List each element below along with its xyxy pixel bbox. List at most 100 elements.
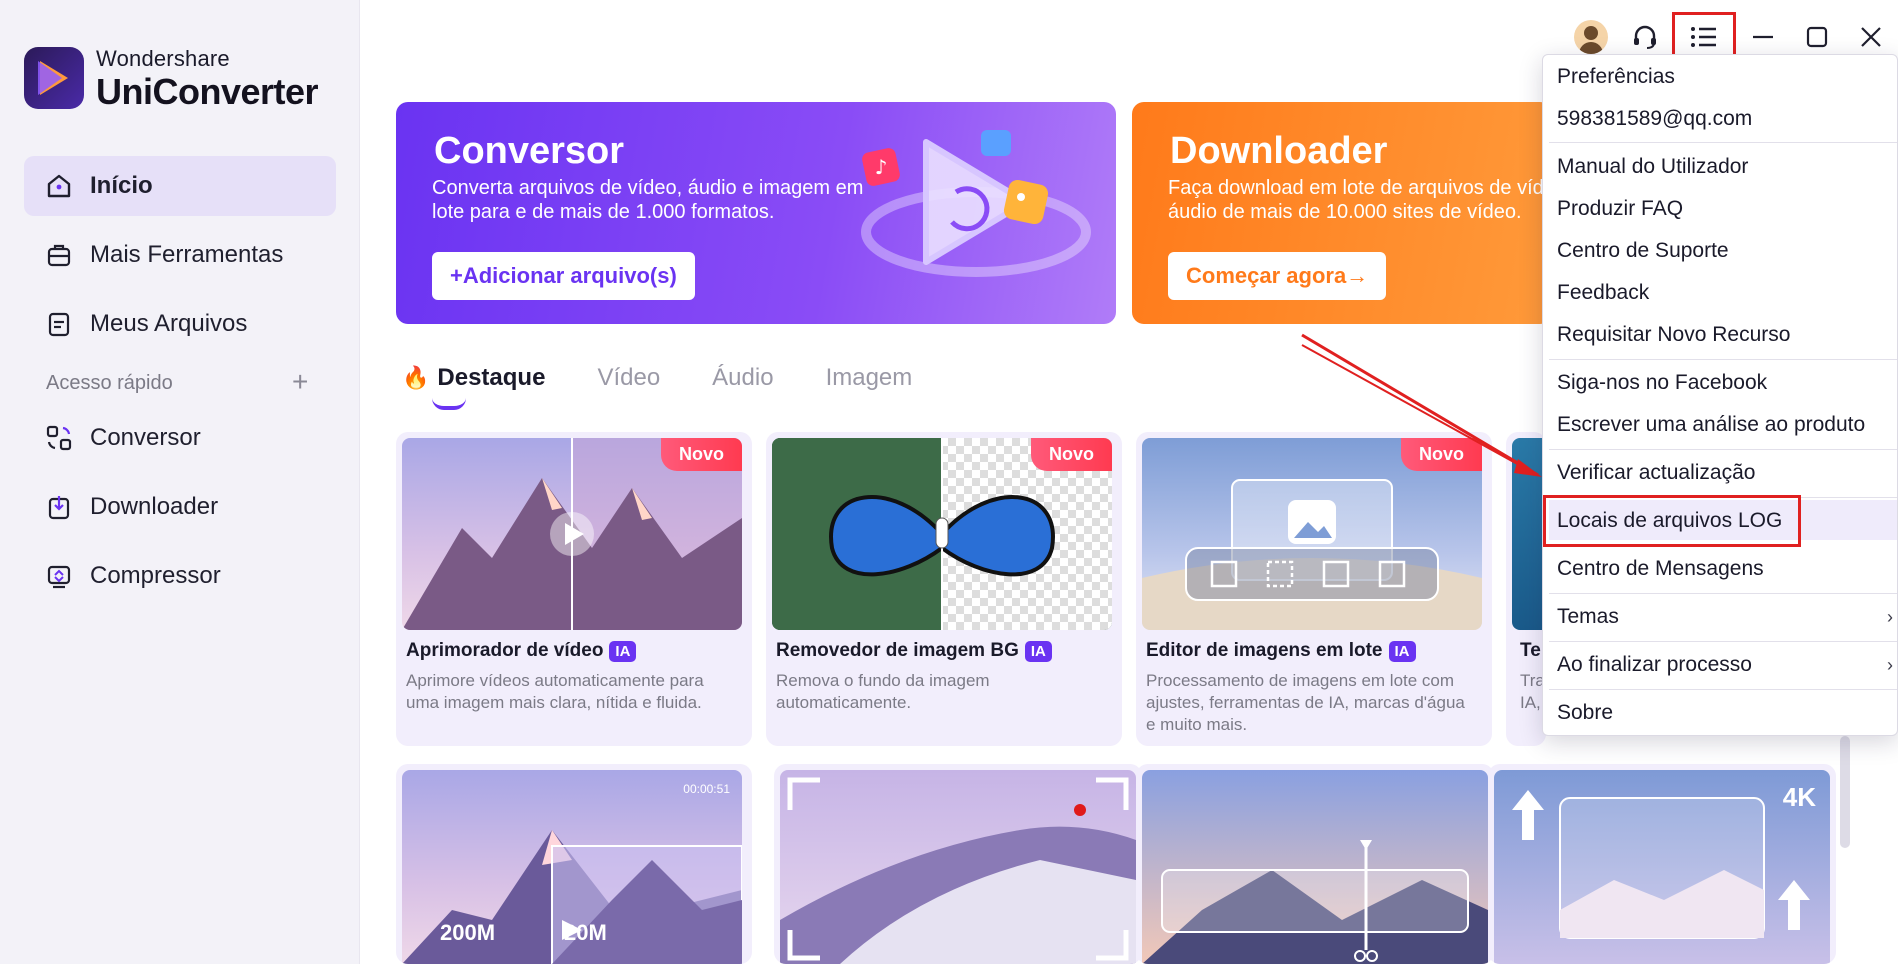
feature-card-video-enhancer[interactable]: Novo Aprimorador de vídeo IA Aprimore víd…	[396, 432, 752, 746]
ai-badge: IA	[1388, 640, 1416, 662]
sidebar-nav: Início Mais Ferramentas Meus Arquivos	[24, 156, 336, 363]
quick-item-conversor[interactable]: Conversor	[24, 408, 336, 468]
compressed-size-label: 20M	[564, 920, 607, 945]
feature-card-compressor[interactable]: 00:00:51 200M 20M	[396, 764, 752, 964]
converter-description: Converta arquivos de vídeo, áudio e imag…	[432, 177, 864, 223]
converter-banner: Conversor Converta arquivos de vídeo, áu…	[396, 102, 1116, 324]
menu-item-request-feature[interactable]: Requisitar Novo Recurso	[1557, 323, 1790, 347]
tab-destaque[interactable]: 🔥 Destaque	[402, 364, 545, 410]
menu-separator	[1549, 593, 1897, 594]
feature-card-partial[interactable]: Te Tra IA,	[1506, 432, 1546, 746]
new-badge: Novo	[1031, 438, 1112, 471]
card-title: Editor de imagens em lote IA	[1146, 640, 1416, 662]
quick-access-nav: Conversor Downloader Compressor	[24, 408, 336, 615]
converter-title: Conversor	[434, 130, 625, 172]
resolution-label: 4K	[1782, 782, 1816, 812]
quick-item-label: Downloader	[90, 493, 219, 520]
sidebar-item-label: Início	[90, 172, 153, 199]
sidebar-item-inicio[interactable]: Início	[24, 156, 336, 216]
feature-card-bg-remover[interactable]: Novo Removedor de imagem BG IA Remova o f…	[766, 432, 1122, 746]
menu-separator	[1549, 142, 1897, 143]
sidebar-item-label: Meus Arquivos	[90, 310, 248, 337]
card-description: Aprimore vídeos automaticamente para uma…	[406, 671, 704, 712]
menu-separator	[1549, 359, 1897, 360]
new-badge: Novo	[1401, 438, 1482, 471]
menu-item-on-finish[interactable]: Ao finalizar processo	[1557, 653, 1752, 677]
start-now-button[interactable]: Começar agora→	[1168, 252, 1387, 300]
avatar-icon	[1574, 20, 1608, 54]
video-duration: 00:00:51	[683, 782, 730, 796]
original-size-label: 200M	[440, 920, 496, 945]
converter-illustration-icon: ♪	[861, 130, 1091, 277]
menu-separator	[1549, 641, 1897, 642]
menu-item-check-update[interactable]: Verificar actualização	[1557, 461, 1755, 485]
uniconverter-logo-icon	[24, 47, 84, 109]
add-files-button[interactable]: +Adicionar arquivo(s)	[432, 252, 695, 300]
video-enhancer-thumbnail: Novo	[402, 438, 742, 630]
quick-access-label: Acesso rápido	[46, 372, 173, 394]
menu-item-write-review[interactable]: Escrever uma análise ao produto	[1557, 413, 1865, 437]
maximize-icon	[1806, 26, 1828, 48]
screen-recorder-thumbnail	[780, 770, 1136, 964]
menu-separator	[1549, 449, 1897, 450]
upscale-arrows-icon	[1512, 790, 1810, 939]
scissors-timeline-icon	[1142, 840, 1488, 964]
tab-video[interactable]: Vídeo	[597, 364, 660, 392]
menu-item-preferences[interactable]: Preferências	[1557, 65, 1675, 89]
add-quick-access-button[interactable]: +	[292, 366, 308, 398]
feature-card-video-trimmer[interactable]	[1136, 764, 1494, 964]
sidebar-item-meus-arquivos[interactable]: Meus Arquivos	[24, 294, 336, 354]
downloader-title: Downloader	[1170, 130, 1388, 172]
menu-item-feedback[interactable]: Feedback	[1557, 281, 1649, 305]
ai-badge: IA	[609, 640, 637, 662]
feature-card-upscaler[interactable]: 4K	[1488, 764, 1836, 964]
app-logo: Wondershare UniConverter	[24, 46, 319, 112]
card-description: Tra IA,	[1520, 671, 1544, 712]
downloader-description: Faça download em lote de arquivos de víd…	[1168, 177, 1552, 223]
compressor-thumbnail: 00:00:51 200M 20M	[402, 770, 742, 964]
menu-item-support-center[interactable]: Centro de Suporte	[1557, 239, 1729, 263]
main-menu-dropdown: Preferências 598381589@qq.com Manual do …	[1542, 54, 1898, 736]
menu-item-faq[interactable]: Produzir FAQ	[1557, 197, 1683, 221]
quick-item-label: Compressor	[90, 562, 221, 589]
list-menu-icon	[1691, 27, 1716, 47]
card-title: Removedor de imagem BG IA	[776, 640, 1052, 662]
downloader-banner: Downloader Faça download em lote de arqu…	[1132, 102, 1552, 324]
menu-item-facebook[interactable]: Siga-nos no Facebook	[1557, 371, 1767, 395]
upscaler-thumbnail: 4K	[1494, 770, 1830, 964]
menu-item-user-manual[interactable]: Manual do Utilizador	[1557, 155, 1748, 179]
logo-brand: Wondershare	[96, 46, 230, 71]
partial-card-thumbnail	[1512, 438, 1546, 630]
toolbox-icon	[44, 240, 74, 270]
feature-card-screen-recorder[interactable]	[774, 764, 1142, 964]
menu-item-message-center[interactable]: Centro de Mensagens	[1557, 557, 1764, 581]
sidebar-item-label: Mais Ferramentas	[90, 241, 284, 268]
svg-text:♪: ♪	[875, 155, 888, 179]
menu-item-account-email[interactable]: 598381589@qq.com	[1557, 107, 1752, 131]
convert-icon	[44, 423, 74, 453]
annotation-highlight-box	[1543, 495, 1801, 547]
trimmer-thumbnail	[1142, 770, 1488, 964]
home-icon	[44, 171, 74, 201]
quick-item-label: Conversor	[90, 424, 201, 451]
menu-separator	[1549, 689, 1897, 690]
logo-product: UniConverter	[96, 71, 319, 112]
tab-imagem[interactable]: Imagem	[826, 364, 913, 392]
card-title: Te	[1520, 640, 1541, 661]
sidebar-item-mais-ferramentas[interactable]: Mais Ferramentas	[24, 225, 336, 285]
category-tabs: 🔥 Destaque Vídeo Áudio Imagem	[402, 364, 964, 410]
close-icon	[1861, 27, 1881, 47]
quick-item-compressor[interactable]: Compressor	[24, 546, 336, 606]
menu-item-themes[interactable]: Temas	[1557, 605, 1619, 629]
quick-item-downloader[interactable]: Downloader	[24, 477, 336, 537]
fire-icon: 🔥	[402, 365, 430, 390]
sidebar: Wondershare UniConverter Início Mais Fer…	[0, 0, 360, 964]
submenu-chevron-icon: ›	[1887, 607, 1893, 627]
scrollbar[interactable]	[1840, 736, 1850, 848]
card-description: Remova o fundo da imagem automaticamente…	[776, 671, 990, 712]
compress-icon	[44, 561, 74, 591]
feature-card-batch-image-editor[interactable]: Novo Editor de imagens em lote IA Process…	[1136, 432, 1492, 746]
menu-item-about[interactable]: Sobre	[1557, 701, 1613, 725]
new-badge: Novo	[661, 438, 742, 471]
tab-audio[interactable]: Áudio	[712, 364, 773, 392]
